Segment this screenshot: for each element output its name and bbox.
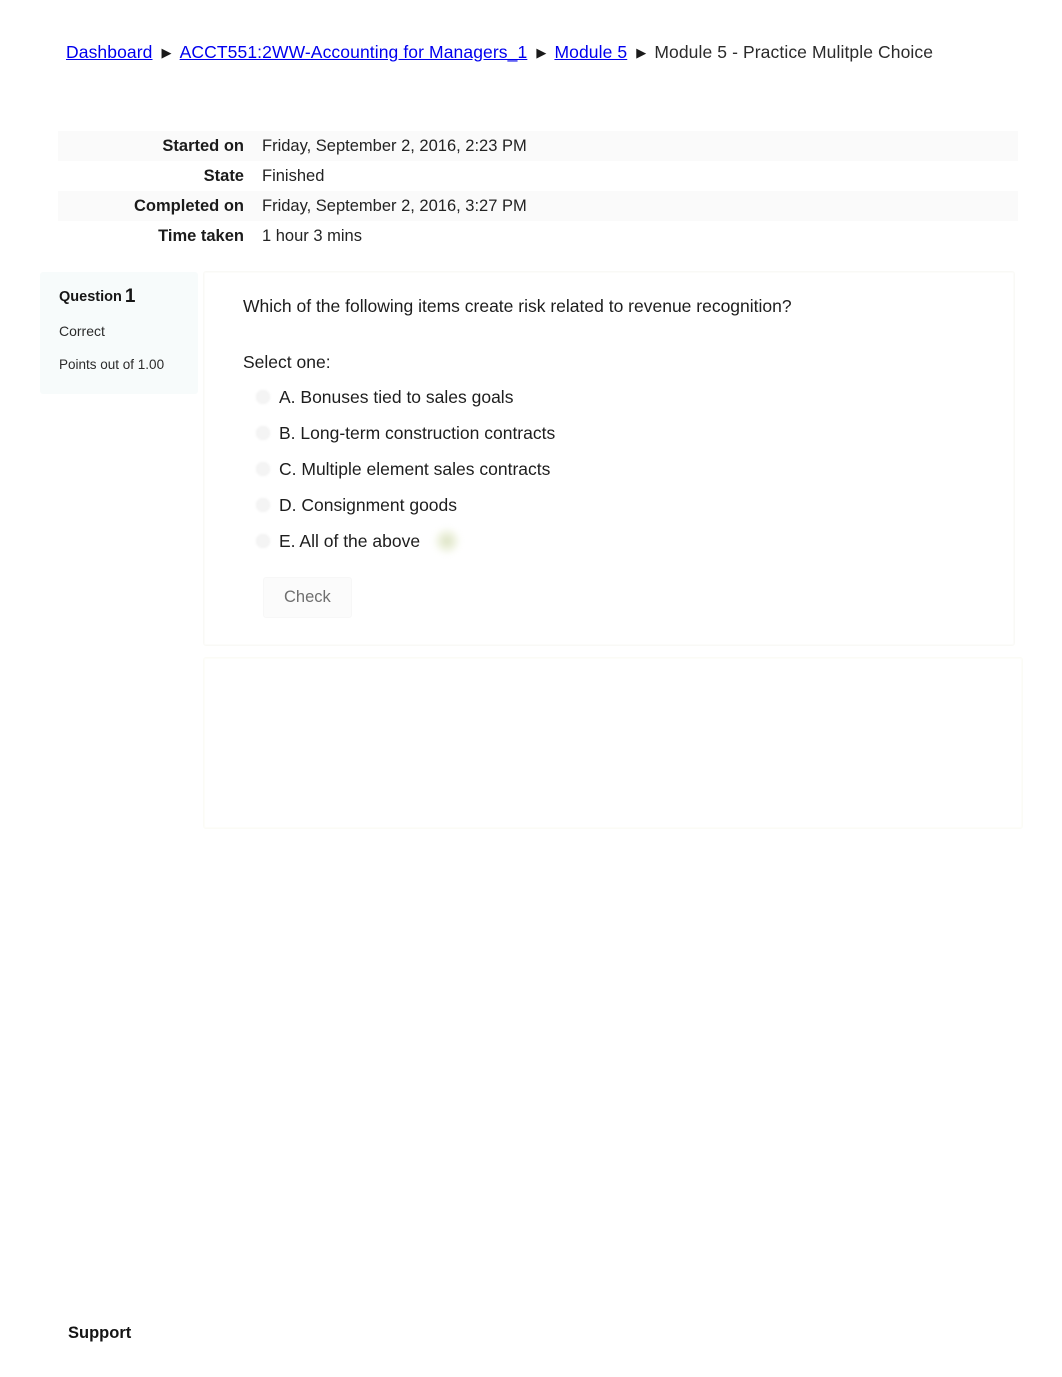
select-one-prompt: Select one: bbox=[243, 352, 331, 372]
answer-option-label: A. Bonuses tied to sales goals bbox=[279, 387, 514, 407]
question-grade: Points out of 1.00 bbox=[59, 357, 165, 372]
correct-answer-icon bbox=[434, 528, 461, 554]
summary-label-started-on: Started on bbox=[162, 136, 244, 155]
question-number-label: Question bbox=[59, 289, 122, 305]
summary-value-completed-on: Friday, September 2, 2016, 3:27 PM bbox=[262, 196, 527, 215]
answer-option-e[interactable]: E. All of the above bbox=[243, 523, 989, 559]
triangle-right-icon: ▶ bbox=[536, 45, 547, 60]
triangle-right-icon: ▶ bbox=[636, 45, 647, 60]
table-row: Completed on Friday, September 2, 2016, … bbox=[58, 191, 1018, 221]
answer-option-b[interactable]: B. Long-term construction contracts bbox=[243, 415, 989, 451]
answer-option-c[interactable]: C. Multiple element sales contracts bbox=[243, 451, 989, 487]
question-info-panel: Question 1 Correct Points out of 1.00 bbox=[40, 272, 198, 394]
radio-button-icon[interactable] bbox=[256, 426, 270, 440]
answer-option-label: C. Multiple element sales contracts bbox=[279, 459, 551, 479]
triangle-right-icon: ▶ bbox=[161, 45, 172, 60]
question-number: Question 1 bbox=[59, 286, 184, 307]
answer-option-label: E. All of the above bbox=[279, 531, 421, 551]
breadcrumb-item-dashboard[interactable]: Dashboard bbox=[66, 42, 153, 62]
question-number-value: 1 bbox=[124, 286, 136, 307]
radio-button-icon[interactable] bbox=[256, 390, 270, 404]
breadcrumb-item-course[interactable]: ACCT551:2WW-Accounting for Managers_1 bbox=[180, 42, 528, 62]
question-state: Correct bbox=[59, 323, 105, 339]
breadcrumb-item-module[interactable]: Module 5 bbox=[554, 42, 627, 62]
summary-value-time-taken: 1 hour 3 mins bbox=[262, 226, 362, 245]
summary-value-state: Finished bbox=[262, 166, 325, 185]
table-row: Time taken 1 hour 3 mins bbox=[58, 221, 1018, 251]
breadcrumb: Dashboard ▶ ACCT551:2WW-Accounting for Man… bbox=[66, 40, 966, 65]
breadcrumb-item-current: Module 5 - Practice Mulitple Choice bbox=[654, 42, 934, 62]
answer-option-label: B. Long-term construction contracts bbox=[279, 423, 556, 443]
check-button[interactable]: Check bbox=[263, 577, 352, 618]
footer-support-heading: Support bbox=[68, 1324, 132, 1342]
empty-content-panel bbox=[204, 658, 1022, 828]
question-text: Which of the following items create risk… bbox=[243, 296, 792, 316]
summary-label-time-taken: Time taken bbox=[158, 226, 244, 245]
summary-label-completed-on: Completed on bbox=[134, 196, 244, 215]
radio-button-icon[interactable] bbox=[256, 498, 270, 512]
summary-value-started-on: Friday, September 2, 2016, 2:23 PM bbox=[262, 136, 527, 155]
table-row: Started on Friday, September 2, 2016, 2:… bbox=[58, 131, 1018, 161]
answer-option-a[interactable]: A. Bonuses tied to sales goals bbox=[243, 379, 989, 415]
radio-button-icon[interactable] bbox=[256, 462, 270, 476]
answer-option-d[interactable]: D. Consignment goods bbox=[243, 487, 989, 523]
answer-options-list: A. Bonuses tied to sales goals B. Long-t… bbox=[243, 379, 989, 559]
attempt-summary-table: Started on Friday, September 2, 2016, 2:… bbox=[58, 131, 1018, 251]
radio-button-icon[interactable] bbox=[256, 534, 270, 548]
answer-option-label: D. Consignment goods bbox=[279, 495, 458, 515]
table-row: State Finished bbox=[58, 161, 1018, 191]
summary-label-state: State bbox=[203, 166, 244, 185]
question-content-panel: Which of the following items create risk… bbox=[204, 272, 1014, 645]
